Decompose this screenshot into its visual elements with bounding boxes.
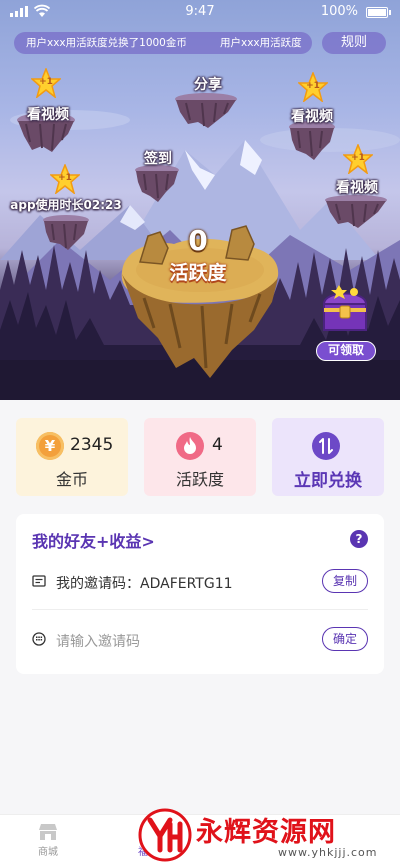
watermark: 永辉资源网 www.yhkjjj.com	[138, 806, 400, 866]
island-label: 签到	[144, 151, 172, 167]
tab-label: 商城	[38, 847, 58, 858]
watermark-text: 永辉资源网	[196, 817, 336, 848]
reward-star-icon	[298, 72, 328, 102]
invite-code-input[interactable]: 请输入邀请码	[56, 631, 140, 651]
store-icon	[39, 824, 57, 840]
reward-star-icon	[343, 144, 373, 174]
divider	[32, 609, 368, 610]
claim-button[interactable]: 可领取	[316, 341, 376, 361]
activity-card-label: 活跃度	[175, 470, 224, 489]
activity-card-value: 4	[212, 435, 223, 455]
treasure-chest-icon[interactable]	[318, 282, 372, 338]
friends-panel: 我的好友+收益> ? 我的邀请码：ADAFERTG11 复制 请输入邀请码 确定	[16, 514, 384, 674]
battery-percent: 100%	[320, 4, 358, 19]
island-label: 分享	[194, 77, 222, 93]
activity-label: 活跃度	[169, 262, 227, 284]
friends-earnings-link[interactable]: 我的好友+收益>	[32, 528, 155, 552]
battery-icon	[366, 7, 391, 18]
island-label: app使用时长02:23	[10, 198, 122, 212]
enter-invite-row: 请输入邀请码 确定	[32, 624, 368, 654]
floating-island-icon	[289, 121, 335, 160]
island-label: 看视频	[291, 109, 333, 125]
reward-star-icon	[31, 68, 61, 98]
status-bar: 9:47 100%	[0, 0, 400, 24]
floating-island-icon	[325, 195, 387, 228]
invite-code-row: 我的邀请码：ADAFERTG11 复制	[32, 566, 368, 596]
activity-value: 0	[188, 224, 208, 257]
flame-icon	[176, 432, 204, 460]
copy-button[interactable]: 复制	[322, 569, 368, 593]
activity-card[interactable]: 4 活跃度	[144, 418, 256, 496]
activity-ticker[interactable]: 用户xxx用活跃度兑换了1000金币 用户xxx用活跃度	[14, 32, 312, 54]
coins-label: 金币	[55, 470, 88, 489]
reward-star-icon	[50, 164, 80, 194]
help-icon[interactable]: ?	[350, 530, 368, 548]
exchange-label: 立即兑换	[294, 471, 362, 491]
exchange-arrows-icon	[312, 432, 340, 460]
invite-code-text: 我的邀请码：ADAFERTG11	[56, 576, 233, 592]
floating-island-icon	[175, 93, 237, 128]
coins-value: 2345	[70, 435, 114, 455]
floating-island-icon	[43, 215, 89, 250]
yuan-coin-icon: ¥	[36, 432, 64, 460]
watermark-url: www.yhkjjj.com	[278, 846, 378, 859]
floating-island-icon	[135, 165, 179, 202]
confirm-button[interactable]: 确定	[322, 627, 368, 651]
watermark-logo-icon	[138, 808, 192, 862]
tab-mall[interactable]: 商城	[18, 819, 78, 858]
keyboard-icon	[32, 632, 46, 646]
id-card-icon	[32, 575, 46, 587]
coins-card[interactable]: ¥ 2345 金币	[16, 418, 128, 496]
island-label: 看视频	[27, 107, 69, 123]
island-label: 看视频	[336, 180, 378, 196]
ticker-message: 用户xxx用活跃度兑换了1000金币	[26, 37, 187, 49]
hero-scene: 9:47 100% 用户xxx用活跃度兑换了1000金币 用户xxx用活跃度 规…	[0, 0, 400, 400]
exchange-card[interactable]: 立即兑换	[272, 418, 384, 496]
ticker-message: 用户xxx用活跃度	[220, 37, 302, 49]
rules-button[interactable]: 规则	[322, 32, 386, 54]
